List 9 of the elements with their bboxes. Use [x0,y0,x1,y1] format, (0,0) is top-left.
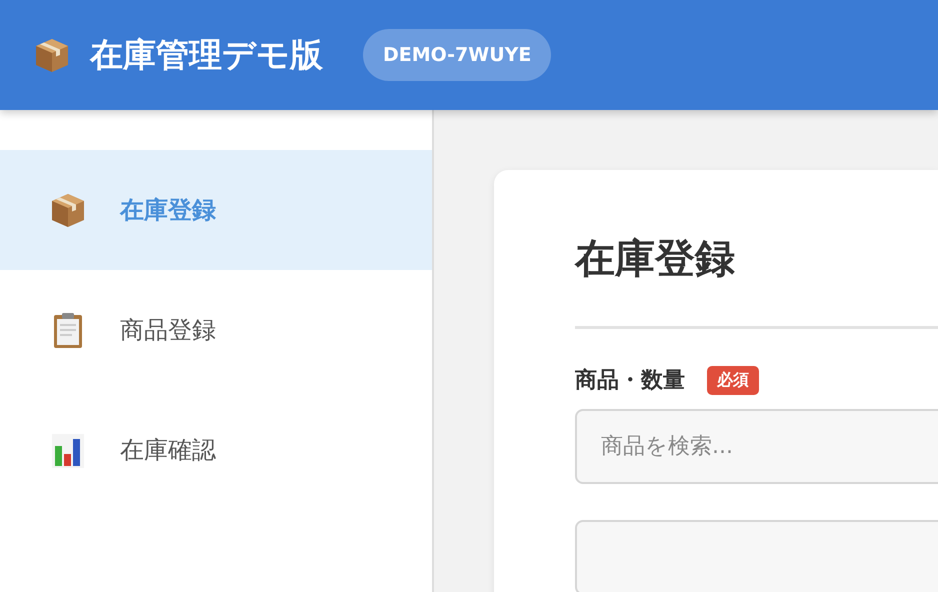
search-field[interactable]: 商品を検索... [575,409,938,484]
session-badge: DEMO-7WUYE [363,29,552,81]
sidebar-item[interactable]: 在庫確認 [0,390,432,510]
input-field[interactable] [575,520,938,592]
field-label: 商品・数量 [575,367,685,395]
required-tag: 必須 [707,366,759,394]
sidebar-item[interactable]: 商品登録 [0,270,432,390]
form-title: 在庫登録 [575,235,736,284]
app-title: 在庫管理デモ版 [90,34,323,76]
